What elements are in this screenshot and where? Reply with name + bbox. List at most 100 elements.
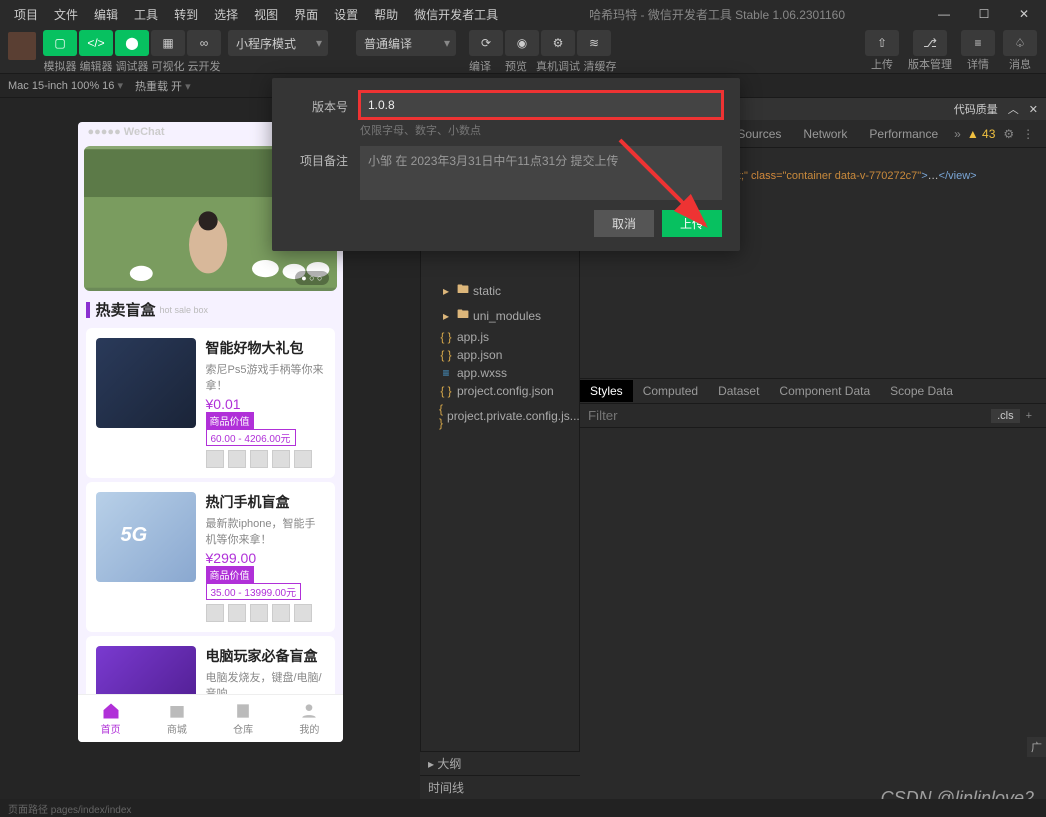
editor-button[interactable]: </> bbox=[79, 30, 113, 56]
compile-select[interactable]: 普通编译 bbox=[356, 30, 456, 56]
brace-icon: { } bbox=[439, 384, 453, 398]
brace-icon: { } bbox=[439, 402, 443, 430]
menu-edit[interactable]: 编辑 bbox=[88, 4, 124, 25]
simulator-button[interactable]: ▢ bbox=[43, 30, 77, 56]
compile-label: 编译 bbox=[462, 58, 498, 74]
product-card[interactable]: 电脑玩家必备盲盒 电脑发烧友，键盘/电脑/音响…… ¥10.00 bbox=[86, 636, 335, 694]
close-button[interactable]: ✕ bbox=[1010, 4, 1038, 24]
hotreload-select[interactable]: 热重载 开 bbox=[135, 78, 191, 94]
cls-toggle[interactable]: .cls bbox=[991, 409, 1020, 423]
debugger-button[interactable]: ⬤ bbox=[115, 30, 149, 56]
product-subtitle: 索尼Ps5游戏手柄等你来拿！ bbox=[206, 361, 325, 393]
tab-home[interactable]: 首页 bbox=[78, 695, 144, 742]
tree-file[interactable]: ≡app.wxss bbox=[421, 364, 579, 382]
submit-button[interactable]: 上传 bbox=[662, 210, 722, 237]
section-subtitle: hot sale box bbox=[160, 305, 209, 315]
remote-debug-button[interactable]: ⚙ bbox=[541, 30, 575, 56]
messages-button[interactable]: ♤ bbox=[1003, 30, 1037, 56]
warehouse-icon bbox=[232, 701, 254, 721]
menu-tools[interactable]: 工具 bbox=[128, 4, 164, 25]
close-icon[interactable]: ✕ bbox=[1029, 103, 1038, 116]
outline-item[interactable]: ▸ 大纲 bbox=[420, 751, 580, 775]
product-card[interactable]: 5G 热门手机盲盒 最新款iphone，智能手机等你来拿！ ¥299.00 商品… bbox=[86, 482, 335, 632]
cloud-button[interactable]: ∞ bbox=[187, 30, 221, 56]
product-subtitle: 电脑发烧友，键盘/电脑/音响…… bbox=[206, 669, 325, 694]
product-price: ¥299.00 bbox=[206, 550, 325, 566]
upload-icon: ⇧ bbox=[877, 36, 887, 50]
preview-button[interactable]: ◉ bbox=[505, 30, 539, 56]
carrier-label: ●●●●● WeChat bbox=[88, 126, 165, 138]
tree-folder[interactable]: ▸🖿static bbox=[421, 278, 579, 303]
eye-icon: ◉ bbox=[517, 36, 527, 50]
notes-textarea[interactable]: 小邹 在 2023年3月31日中午11点31分 提交上传 bbox=[360, 146, 722, 200]
maximize-button[interactable]: ☐ bbox=[970, 4, 998, 24]
main-menu: 项目 文件 编辑 工具 转到 选择 视图 界面 设置 帮助 微信开发者工具 bbox=[8, 4, 504, 25]
remote-debug-label: 真机调试 bbox=[534, 58, 582, 74]
user-icon bbox=[298, 701, 320, 721]
product-image bbox=[96, 338, 196, 428]
clear-cache-button[interactable]: ≋ bbox=[577, 30, 611, 56]
tab-component-data[interactable]: Component Data bbox=[769, 380, 880, 402]
upload-modal: 版本号 仅限字母、数字、小数点 项目备注 小邹 在 2023年3月31日中午11… bbox=[272, 78, 740, 251]
kebab-icon[interactable]: ⋮ bbox=[1022, 127, 1034, 141]
tab-warehouse[interactable]: 仓库 bbox=[210, 695, 276, 742]
styles-filter-input[interactable] bbox=[588, 408, 991, 423]
add-style-icon[interactable]: + bbox=[1020, 410, 1038, 422]
menu-goto[interactable]: 转到 bbox=[168, 4, 204, 25]
warning-count[interactable]: ▲ 43 bbox=[967, 127, 996, 141]
menu-view[interactable]: 视图 bbox=[248, 4, 284, 25]
tab-scope-data[interactable]: Scope Data bbox=[880, 380, 963, 402]
collapse-icon[interactable]: ︿ bbox=[1008, 101, 1019, 117]
clear-cache-label: 清缓存 bbox=[582, 58, 618, 74]
product-title: 电脑玩家必备盲盒 bbox=[206, 646, 325, 666]
upload-label: 上传 bbox=[864, 56, 900, 72]
menu-project[interactable]: 项目 bbox=[8, 4, 44, 25]
tab-computed[interactable]: Computed bbox=[633, 380, 708, 402]
tab-mine[interactable]: 我的 bbox=[276, 695, 342, 742]
tree-file[interactable]: { }project.private.config.js... bbox=[421, 400, 579, 432]
code-icon: </> bbox=[87, 36, 104, 50]
compile-button[interactable]: ⟳ bbox=[469, 30, 503, 56]
menu-file[interactable]: 文件 bbox=[48, 4, 84, 25]
mode-select[interactable]: 小程序模式 bbox=[228, 30, 328, 56]
product-title: 智能好物大礼包 bbox=[206, 338, 325, 358]
tree-file[interactable]: { }app.js bbox=[421, 328, 579, 346]
more-tabs-icon[interactable]: » bbox=[950, 127, 965, 141]
simulator-label: 模拟器 bbox=[42, 58, 78, 74]
details-button[interactable]: ≡ bbox=[961, 30, 995, 56]
section-header: 热卖盲盒 hot sale box bbox=[78, 295, 343, 324]
minimize-button[interactable]: — bbox=[930, 4, 958, 24]
menu-wxdevtools[interactable]: 微信开发者工具 bbox=[408, 4, 504, 25]
wxss-icon: ≡ bbox=[439, 366, 453, 380]
version-input[interactable] bbox=[360, 92, 722, 118]
refresh-icon: ⟳ bbox=[481, 36, 491, 50]
editor-label: 编辑器 bbox=[78, 58, 114, 74]
value-range: 60.00 - 4206.00元 bbox=[206, 429, 296, 446]
tree-file[interactable]: { }project.config.json bbox=[421, 382, 579, 400]
tab-mall[interactable]: 商城 bbox=[144, 695, 210, 742]
tab-dataset[interactable]: Dataset bbox=[708, 380, 769, 402]
visual-button[interactable]: ▦ bbox=[151, 30, 185, 56]
folder-icon: 🖿 bbox=[457, 280, 469, 301]
version-button[interactable]: ⎇ bbox=[913, 30, 947, 56]
menu-help[interactable]: 帮助 bbox=[368, 4, 404, 25]
avatar[interactable] bbox=[8, 32, 36, 60]
product-image: 5G bbox=[96, 492, 196, 582]
gear-icon[interactable]: ⚙ bbox=[997, 127, 1020, 141]
menu-select[interactable]: 选择 bbox=[208, 4, 244, 25]
menu-ui[interactable]: 界面 bbox=[288, 4, 324, 25]
tree-file[interactable]: { }app.json bbox=[421, 346, 579, 364]
menu-settings[interactable]: 设置 bbox=[328, 4, 364, 25]
brace-icon: { } bbox=[439, 330, 453, 344]
ad-badge[interactable]: 广 bbox=[1027, 737, 1046, 757]
device-select[interactable]: Mac 15-inch 100% 16 bbox=[8, 79, 123, 92]
timeline-item[interactable]: 时间线 bbox=[420, 775, 580, 799]
product-card[interactable]: 智能好物大礼包 索尼Ps5游戏手柄等你来拿！ ¥0.01 商品价值 60.00 … bbox=[86, 328, 335, 478]
code-quality-label[interactable]: 代码质量 bbox=[954, 101, 998, 117]
tab-network[interactable]: Network bbox=[793, 123, 857, 145]
upload-button[interactable]: ⇧ bbox=[865, 30, 899, 56]
tree-folder[interactable]: ▸🖿uni_modules bbox=[421, 303, 579, 328]
cancel-button[interactable]: 取消 bbox=[594, 210, 654, 237]
tab-performance[interactable]: Performance bbox=[859, 123, 948, 145]
tab-styles[interactable]: Styles bbox=[580, 380, 633, 402]
